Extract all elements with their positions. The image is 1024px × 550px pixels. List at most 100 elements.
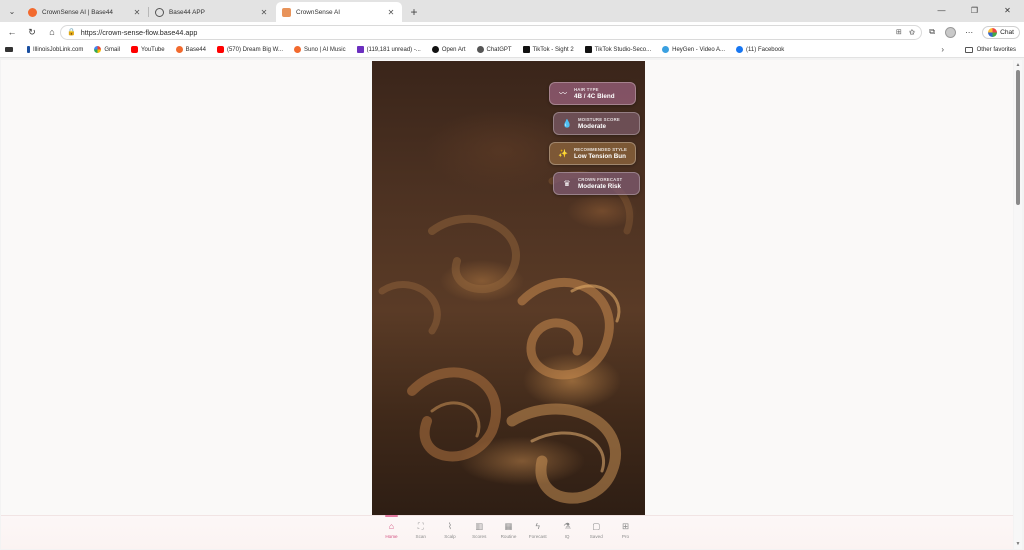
folder-icon	[964, 46, 973, 53]
bookmark-icon: ▢	[592, 521, 601, 531]
bookmark-tv[interactable]	[5, 47, 16, 52]
recommended-style-badge[interactable]: ✨ RECOMMENDED STYLE Low Tension Bun	[549, 142, 636, 165]
new-tab-button[interactable]: +	[405, 3, 423, 21]
tab-title: CrownSense AI | Base44	[42, 8, 113, 16]
crown-icon: ♛	[563, 179, 571, 188]
moisture-score-badge[interactable]: 💧 MOISTURE SCORE Moderate	[553, 112, 640, 135]
youtube-icon	[131, 46, 139, 53]
nav-iq[interactable]: ⚗ IQ	[553, 515, 582, 549]
grid-icon: ⊞	[621, 521, 630, 531]
bookmark-illinoisjoblink[interactable]: IllinoisJobLink.com	[27, 46, 83, 53]
bookmark-base44[interactable]: Base44	[175, 46, 206, 53]
url-text[interactable]: https://crown-sense-flow.base44.app	[81, 28, 889, 37]
favorites-icon[interactable]: ✩	[905, 25, 919, 39]
tab-title: CrownSense AI	[296, 8, 341, 16]
nav-scalp[interactable]: ⌇ Scalp	[436, 515, 465, 549]
bookmark-facebook[interactable]: (11) Facebook	[736, 46, 784, 53]
scroll-thumb[interactable]	[1016, 70, 1020, 205]
nav-routine[interactable]: ▦ Routine	[494, 515, 523, 549]
bookmark-label: (570) Dream Big W...	[226, 46, 283, 53]
nav-label: Routine	[500, 534, 517, 539]
lock-icon[interactable]: 🔒	[67, 28, 76, 36]
nav-label: Saved	[589, 534, 603, 539]
sparkle-icon: ✨	[558, 149, 568, 158]
close-tab-icon[interactable]: ✕	[259, 8, 269, 17]
openart-icon	[431, 46, 439, 53]
tab-strip: ⌄ CrownSense AI | Base44 ✕ Base44 APP ✕ …	[0, 0, 1024, 22]
bookmark-youtube[interactable]: YouTube	[131, 46, 165, 53]
badge-label: RECOMMENDED STYLE	[574, 147, 628, 152]
back-arrow-icon[interactable]: ←	[4, 24, 20, 40]
tab-crownsense-base44[interactable]: CrownSense AI | Base44 ✕	[22, 2, 148, 22]
close-tab-icon[interactable]: ✕	[386, 8, 396, 17]
tiktok-icon	[522, 46, 530, 53]
hair-type-badge[interactable]: 〰 HAIR TYPE 4B / 4C Blend	[549, 82, 636, 105]
badge-label: MOISTURE SCORE	[578, 117, 620, 122]
scroll-up-arrow-icon[interactable]: ▲	[1015, 62, 1021, 68]
bookmark-label: TikTok Studio-Seco...	[594, 46, 652, 53]
nav-saved[interactable]: ▢ Saved	[582, 515, 611, 549]
tab-actions-menu-icon[interactable]: ⌄	[4, 3, 20, 19]
nav-scan[interactable]: ⛶ Scan	[406, 515, 435, 549]
nav-label: IQ	[564, 534, 570, 539]
nav-label: Scalp	[444, 534, 456, 539]
bookmark-tiktok-studio[interactable]: TikTok Studio-Seco...	[584, 46, 652, 53]
copilot-chat-button[interactable]: Chat	[982, 25, 1020, 39]
globe-icon	[155, 7, 164, 17]
other-favorites[interactable]: Other favorites	[964, 46, 1016, 53]
profile-avatar[interactable]	[945, 26, 957, 38]
bookmark-gmail[interactable]: Gmail	[94, 46, 120, 53]
app-available-icon[interactable]: ⊞	[896, 28, 902, 36]
crown-forecast-badge[interactable]: ♛ CROWN FORECAST Moderate Risk	[553, 172, 640, 195]
nav-label: Forecast	[528, 534, 547, 539]
bookmark-label: Open Art	[441, 46, 466, 53]
bookmark-heygen[interactable]: HeyGen - Video A...	[662, 46, 725, 53]
nav-home[interactable]: ⌂ Home	[377, 515, 406, 549]
chatgpt-icon	[476, 46, 484, 53]
page-scrollbar[interactable]: ▲ ▼	[1014, 60, 1022, 549]
bookmark-label: Gmail	[104, 46, 121, 53]
chevron-right-icon[interactable]: ›	[941, 45, 944, 54]
mail-icon	[356, 46, 364, 53]
restore-button[interactable]: ❐	[958, 0, 991, 20]
minimize-button[interactable]: —	[925, 0, 958, 20]
home-icon: ⌂	[388, 521, 395, 531]
nav-forecast[interactable]: ϟ Forecast	[523, 515, 552, 549]
bookmark-label: IllinoisJobLink.com	[33, 46, 84, 53]
tab-base44-app[interactable]: Base44 APP ✕	[148, 2, 275, 22]
bottom-navigation: ⌂ Home ⛶ Scan ⌇ Scalp ▥ Scores ▦ Routine ϟ For…	[372, 515, 645, 549]
bookmark-label: YouTube	[141, 46, 165, 53]
address-bar[interactable]: 🔒 https://crown-sense-flow.base44.app ⊞ …	[60, 24, 922, 40]
app-icon	[282, 7, 291, 17]
tab-title: Base44 APP	[169, 8, 205, 16]
tv-icon	[5, 47, 13, 52]
nav-pro[interactable]: ⊞ Pro	[611, 515, 640, 549]
bookmark-open-art[interactable]: Open Art	[431, 46, 466, 53]
activity-icon: ⌇	[447, 521, 453, 531]
scroll-down-arrow-icon[interactable]: ▼	[1015, 541, 1021, 547]
window-controls: — ❐ ✕	[925, 0, 1024, 20]
nav-scores[interactable]: ▥ Scores	[465, 515, 494, 549]
zap-icon: ϟ	[535, 521, 541, 531]
scan-icon: ⛶	[417, 521, 424, 531]
bookmark-dream-big[interactable]: (570) Dream Big W...	[216, 46, 283, 53]
refresh-icon[interactable]: ↻	[24, 24, 40, 40]
badge-value: 4B / 4C Blend	[574, 93, 615, 100]
heygen-icon	[662, 46, 670, 53]
more-menu-icon[interactable]: ⋯	[962, 25, 976, 39]
curl-icon: 〰	[559, 89, 567, 98]
bookmark-label: HeyGen - Video A...	[672, 46, 726, 53]
tab-crownsense-ai[interactable]: CrownSense AI ✕	[276, 2, 402, 22]
bookmark-suno[interactable]: Suno | AI Music	[293, 46, 346, 53]
close-window-button[interactable]: ✕	[991, 0, 1024, 20]
collections-icon[interactable]: ⧉	[925, 25, 939, 39]
bookmark-tiktok-sight[interactable]: TikTok - Sight 2	[522, 46, 574, 53]
close-tab-icon[interactable]: ✕	[132, 8, 142, 17]
bar-chart-icon: ▥	[475, 521, 484, 531]
nav-label: Scores	[472, 534, 487, 539]
bookmark-mail[interactable]: (119,181 unread) -...	[356, 46, 421, 53]
bookmark-chatgpt[interactable]: ChatGPT	[476, 46, 512, 53]
bookmark-label: Base44	[185, 46, 206, 53]
home-button-icon[interactable]: ⌂	[44, 24, 60, 40]
google-icon	[94, 46, 102, 53]
